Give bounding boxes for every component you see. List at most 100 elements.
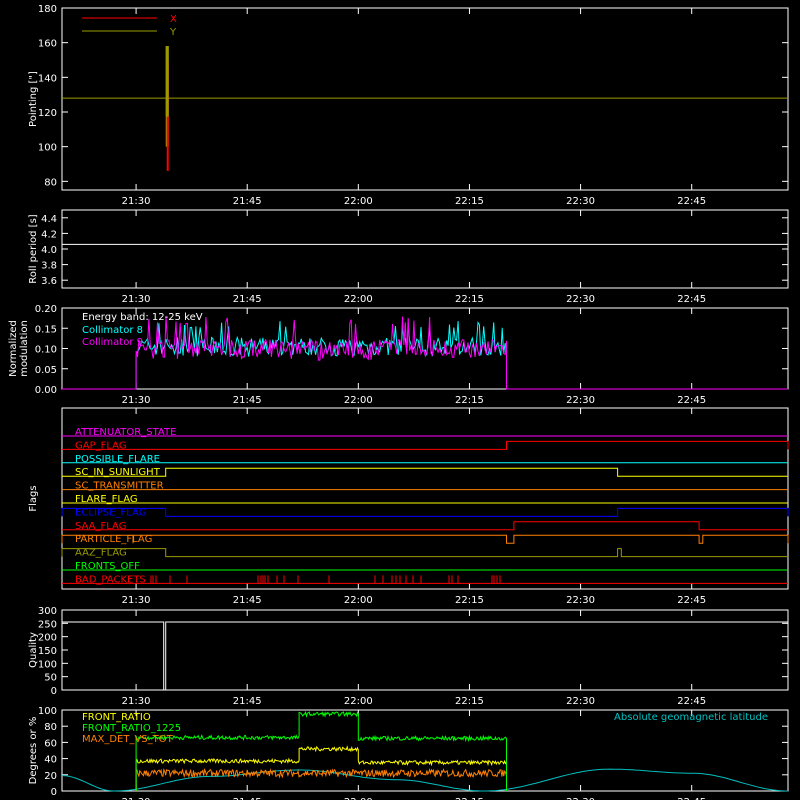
y-tick-label-4-6: 300 — [38, 606, 57, 617]
x-tick-label-0-5: 22:45 — [677, 196, 706, 207]
flag-line-particle-flag — [61, 534, 789, 544]
summary-plot: 21:30 21:45 22:00 22:15 22:30 22:45Pointing [… — [8, 4, 789, 800]
y-tick-label-1-3: 4.2 — [41, 229, 57, 240]
flag-label-particle-flag: PARTICLE_FLAG — [75, 534, 152, 545]
x-tick-label-0-4: 22:30 — [566, 196, 595, 207]
x-tick-label-3-5: 22:45 — [677, 595, 706, 606]
geomagnetic-latitude-line — [61, 768, 789, 792]
y-tick-label-0-3: 140 — [38, 73, 57, 84]
y-tick-label-4-3: 150 — [38, 646, 57, 657]
y-tick-label-2-1: 0.05 — [35, 365, 57, 376]
x-tick-label-2-0: 21:30 — [122, 395, 151, 406]
y-axis-label-line2: modulation — [19, 320, 30, 377]
geomagnetic-annotation: Absolute geomagnetic latitude — [614, 712, 768, 723]
legend-label-1: Y — [169, 27, 177, 38]
x-tick-label-4-4: 22:30 — [566, 696, 595, 707]
y-axis-label-line1: Normalized — [8, 320, 19, 377]
y-tick-label-1-4: 4.4 — [41, 214, 57, 225]
flag-line-eclipse-flag — [61, 507, 789, 517]
energy-band-annotation: Energy band: 12-25 keV — [82, 312, 203, 323]
x-tick-label-0-3: 22:15 — [455, 196, 484, 207]
y-tick-label-0-0: 80 — [44, 177, 57, 188]
y-axis-label-2: Normalizedmodulation — [8, 320, 30, 377]
x-tick-label-2-1: 21:45 — [233, 395, 262, 406]
x-tick-label-0-2: 22:00 — [344, 196, 373, 207]
flag-label-attenuator-state: ATTENUATOR_STATE — [75, 427, 176, 438]
x-tick-label-1-3: 22:15 — [455, 294, 484, 305]
y-tick-label-5-5: 100 — [38, 706, 57, 717]
y-tick-label-2-4: 0.20 — [35, 304, 57, 315]
flag-label-fronts-off: FRONTS_OFF — [75, 561, 140, 572]
flag-label-flare-flag: FLARE_FLAG — [75, 494, 138, 505]
x-tick-label-3-3: 22:15 — [455, 595, 484, 606]
flag-line-gap-flag — [62, 440, 789, 450]
y-tick-label-2-2: 0.10 — [35, 345, 57, 356]
x-tick-label-1-2: 22:00 — [344, 294, 373, 305]
x-tick-label-4-0: 21:30 — [122, 696, 151, 707]
flag-label-aaz-flag: AAZ_FLAG — [75, 548, 127, 559]
x-tick-label-2-3: 22:15 — [455, 395, 484, 406]
x-tick-label-3-1: 21:45 — [233, 595, 262, 606]
flag-line-sc-in-sunlight — [62, 467, 788, 477]
y-tick-label-5-3: 60 — [44, 738, 57, 749]
ratio-legend-0: FRONT_RATIO — [82, 712, 151, 723]
modulation-legend-0: Collimator 8 — [82, 325, 143, 336]
y-tick-label-5-4: 80 — [44, 722, 57, 733]
x-tick-label-1-4: 22:30 — [566, 294, 595, 305]
y-tick-label-5-0: 0 — [51, 787, 57, 798]
flag-label-saa-flag: SAA_FLAG — [75, 521, 126, 532]
ratio-legend-1: FRONT_RATIO_1225 — [82, 723, 181, 734]
flag-line-aaz-flag — [61, 548, 788, 558]
legend-label-0: X — [170, 14, 177, 25]
x-tick-label-4-5: 22:45 — [677, 696, 706, 707]
flag-label-possible-flare: POSSIBLE_FLARE — [75, 454, 160, 465]
modulation-series-1 — [62, 316, 788, 390]
flag-label-bad-packets: BAD_PACKETS — [75, 574, 146, 585]
y-tick-label-1-2: 4.0 — [41, 245, 57, 256]
y-tick-label-5-1: 20 — [44, 771, 57, 782]
y-tick-label-4-1: 50 — [44, 673, 57, 684]
y-tick-label-2-3: 0.15 — [35, 324, 57, 335]
flag-line-saa-flag — [62, 521, 788, 531]
x-tick-label-0-1: 21:45 — [233, 196, 262, 207]
y-tick-label-5-2: 40 — [44, 755, 57, 766]
x-tick-label-3-4: 22:30 — [566, 595, 595, 606]
panel-frame-1 — [61, 209, 789, 289]
x-tick-label-4-2: 22:00 — [344, 696, 373, 707]
series-y-spike-over — [165, 46, 169, 117]
y-tick-label-4-0: 0 — [51, 686, 57, 697]
modulation-legend-1: Collimator 9 — [82, 337, 143, 348]
y-tick-label-4-2: 100 — [38, 659, 57, 670]
y-axis-label-1: Roll period [s] — [28, 214, 39, 283]
ratio-legend-2: MAX_DET_VS_TOT — [82, 734, 174, 745]
y-tick-label-4-5: 250 — [38, 619, 57, 630]
y-tick-label-0-4: 160 — [38, 39, 57, 50]
x-tick-label-4-1: 21:45 — [233, 696, 262, 707]
y-tick-label-0-1: 100 — [38, 143, 57, 154]
y-axis-label-3: Flags — [28, 485, 39, 511]
quality-line — [62, 621, 788, 691]
x-tick-label-4-3: 22:15 — [455, 696, 484, 707]
flag-label-sc-in-sunlight: SC_IN_SUNLIGHT — [75, 467, 161, 478]
y-tick-label-0-5: 180 — [38, 4, 57, 15]
x-tick-label-3-2: 22:00 — [344, 595, 373, 606]
x-tick-label-1-0: 21:30 — [122, 294, 151, 305]
x-tick-label-3-0: 21:30 — [122, 595, 151, 606]
y-tick-label-0-2: 120 — [38, 108, 57, 119]
y-tick-label-1-1: 3.8 — [41, 261, 57, 272]
ratio-series-1 — [135, 710, 507, 791]
y-tick-label-2-0: 0.00 — [35, 385, 57, 396]
ratio-series-0 — [135, 745, 507, 791]
flag-label-eclipse-flag: ECLIPSE_FLAG — [75, 507, 146, 518]
x-tick-label-1-5: 22:45 — [677, 294, 706, 305]
y-tick-label-1-0: 3.6 — [41, 276, 57, 287]
flag-label-gap-flag: GAP_FLAG — [75, 440, 127, 451]
y-tick-label-4-4: 200 — [38, 633, 57, 644]
x-tick-label-2-5: 22:45 — [677, 395, 706, 406]
x-tick-label-2-4: 22:30 — [566, 395, 595, 406]
x-tick-label-2-2: 22:00 — [344, 395, 373, 406]
x-tick-label-1-1: 21:45 — [233, 294, 262, 305]
x-tick-label-0-0: 21:30 — [122, 196, 151, 207]
flag-label-sc-transmitter: SC_TRANSMITTER — [75, 481, 164, 492]
y-axis-label-5: Degrees or % — [28, 717, 39, 785]
